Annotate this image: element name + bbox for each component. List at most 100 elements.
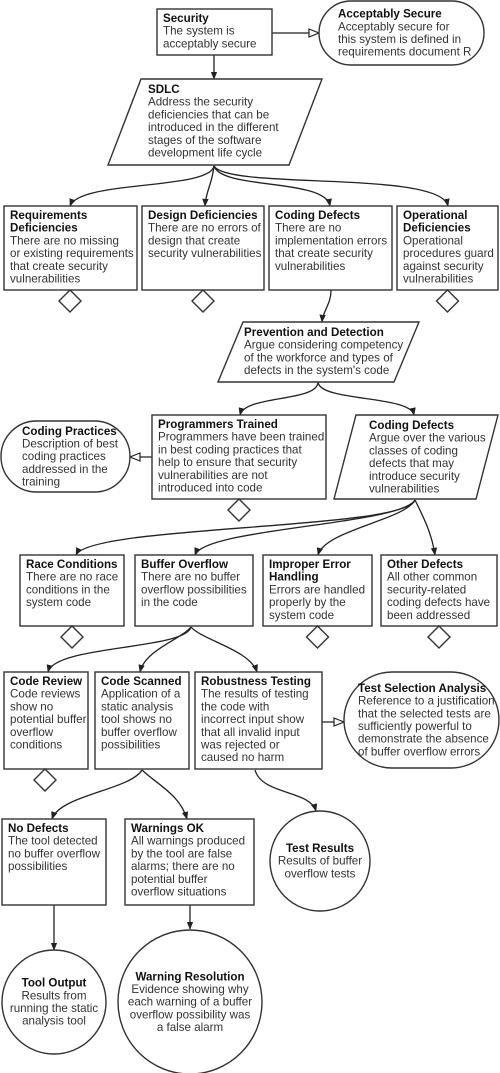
node-code-scanned[interactable]: Code Scanned Application of a static analy… [94, 671, 190, 770]
node-title: Operational [403, 209, 467, 222]
support-link-sdlc-to-coding_defects_goal [213, 165, 332, 207]
node-requirements-deficiencies[interactable]: Requirements Deficiencies There are no mis… [3, 205, 138, 291]
support-link-buffer_overflow-to-code_scanned [138, 626, 192, 673]
node-description-line: overflow tests [285, 867, 356, 880]
node-security[interactable]: Security The system is acceptably secure [156, 8, 273, 56]
node-description-line: The results of testing [201, 688, 309, 701]
node-title: Coding Defects [275, 209, 360, 222]
node-description-line: running the static [10, 1002, 98, 1015]
node-text: Design Deficiencies There are no errors o… [148, 209, 262, 260]
node-acceptably-secure[interactable]: Acceptably Secure Acceptably secure for th… [318, 0, 485, 66]
node-description-line: static analysis [101, 700, 173, 713]
node-description-line: vulnerabilities are not [158, 469, 268, 482]
support-link-prevention_detection-to-programmers_trained [238, 381, 319, 416]
node-description-line: vulnerabilities [403, 273, 473, 286]
node-description-line: deficiencies that can be [148, 108, 269, 121]
node-description-line: Description of best [22, 437, 119, 450]
node-title: Test Selection Analysis [358, 682, 486, 695]
support-link-sdlc-to-operational_deficiencies [213, 165, 450, 207]
node-description-line: Argue over the various [369, 432, 486, 445]
node-description-line: potential buffer [10, 713, 87, 726]
node-description-line: possibilities [8, 860, 67, 873]
node-operational-deficiencies[interactable]: Operational Deficiencies Operational proced… [396, 205, 499, 291]
node-description-line: defects in the system's code [244, 364, 389, 377]
node-description-line: Reference to a justification [358, 695, 495, 708]
support-link-robustness_testing-to-test_results [254, 769, 318, 812]
node-description-line: Results of buffer [278, 855, 362, 868]
node-description-line: All warnings produced [131, 835, 245, 848]
node-description-line: buffer overflow [101, 726, 177, 739]
support-link-coding_defects_goal-to-prevention_detection [319, 289, 332, 323]
node-warning-resolution[interactable]: Warning Resolution Evidence showing why ea… [117, 929, 263, 1073]
node-title: Code Scanned [101, 675, 182, 688]
node-description-line: Acceptably secure for [338, 20, 450, 33]
node-description-line: procedures guard [403, 247, 494, 260]
node-title: Other Defects [387, 558, 463, 571]
node-description-line: stages of the software [148, 134, 261, 147]
node-description-line: addressed in the [22, 463, 108, 476]
node-title: Acceptably Secure [338, 8, 442, 21]
node-coding-defects-strategy[interactable]: Coding Defects Argue over the various clas… [333, 414, 499, 500]
node-design-deficiencies[interactable]: Design Deficiencies There are no errors o… [141, 205, 265, 291]
node-description-line: was rejected or [200, 739, 280, 752]
node-description-line: in best coding practices that [158, 443, 302, 456]
node-other-defects[interactable]: Other Defects All other common security-re… [380, 554, 498, 627]
node-description-line: introduce security [369, 470, 460, 483]
node-description-line: demonstrate the absence [358, 733, 489, 746]
node-description-line: help to ensure that security [158, 456, 297, 469]
node-description-line: There are no errors of [148, 222, 262, 235]
node-description-line: Operational [403, 234, 463, 247]
node-description-line: introduced into code [158, 482, 262, 495]
node-programmers-trained[interactable]: Programmers Trained Programmers have been… [151, 414, 327, 500]
node-no-defects[interactable]: No Defects The tool detected no buffer ove… [1, 818, 107, 906]
support-link-sdlc-to-requirements_deficiencies [69, 165, 215, 207]
node-description-line: that the selected tests are [358, 707, 491, 720]
node-title: Coding Defects [369, 419, 454, 432]
node-test-selection-analysis[interactable]: Test Selection Analysis Reference to a ju… [343, 671, 500, 769]
node-description-line: overflow [10, 726, 54, 739]
node-description-line: potential buffer [131, 873, 208, 886]
node-description-line: sufficiently powerful to [358, 720, 472, 733]
node-description-line: Programmers have been trained [158, 431, 324, 444]
node-description-line: design that create [148, 234, 240, 247]
node-title: Warnings OK [131, 822, 205, 835]
node-description-line: overflow possibility was [130, 1008, 251, 1021]
node-description-line: in the code [141, 596, 198, 609]
node-title: Tool Output [22, 977, 87, 990]
node-description-line: each warning of a buffer [128, 996, 252, 1009]
node-warnings-ok[interactable]: Warnings OK All warnings produced by the t… [124, 818, 255, 906]
node-title: Programmers Trained [158, 418, 278, 431]
support-link-buffer_overflow-to-robustness_testing [190, 626, 258, 673]
node-description-line: Errors are handled [269, 583, 365, 596]
node-sdlc[interactable]: SDLC Address the security deficiencies tha… [106, 78, 324, 166]
node-tool-output[interactable]: Tool Output Results from running the stati… [1, 949, 107, 1055]
undeveloped-diamond-icon [427, 625, 451, 649]
node-code-review[interactable]: Code Review Code reviews show no potential … [3, 671, 89, 770]
node-prevention-detection[interactable]: Prevention and Detection Argue considerin… [216, 321, 421, 383]
node-description-line: Application of a [101, 688, 181, 701]
node-buffer-overflow[interactable]: Buffer Overflow There are no buffer overfl… [134, 554, 254, 627]
node-description-line: tool shows no [101, 713, 172, 726]
support-link-coding_defects_strategy-to-other_defects [414, 499, 438, 556]
node-description-line: requirements document R [338, 46, 471, 59]
nodes-layer: Security The system is acceptably secure Ac… [0, 0, 500, 1073]
node-test-results[interactable]: Test Results Results of buffer overflow te… [269, 810, 371, 912]
node-title: Code Review [10, 675, 83, 688]
node-race-conditions[interactable]: Race Conditions There are no race conditio… [19, 554, 125, 627]
node-improper-error-handling[interactable]: Improper Error Handling Errors are handled… [262, 554, 373, 627]
node-text: Test Selection Analysis Reference to a ju… [358, 682, 495, 759]
node-description-line: security-related [387, 583, 466, 596]
node-coding-defects-goal[interactable]: Coding Defects There are no implementation… [268, 205, 393, 291]
node-description-line: acceptably secure [163, 37, 256, 50]
node-description-line: overflow possibilities [141, 583, 247, 596]
node-title: Handling [269, 571, 319, 584]
undeveloped-diamond-icon [33, 768, 57, 792]
node-description-line: Argue considering competency [244, 339, 403, 352]
node-title: Security [163, 12, 209, 25]
node-description-line: introduced in the different [148, 121, 279, 134]
node-coding-practices[interactable]: Coding Practices Description of best codin… [0, 420, 131, 493]
node-title: Warning Resolution [135, 970, 244, 983]
node-robustness-testing[interactable]: Robustness Testing The results of testing… [194, 671, 323, 770]
node-description-line: development life cycle [148, 147, 262, 160]
node-description-line: There are no [275, 222, 341, 235]
